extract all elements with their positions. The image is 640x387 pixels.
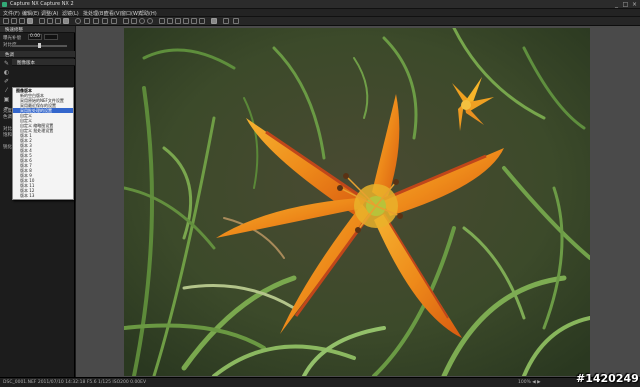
app-logo-icon [2,2,7,7]
side-label: 色调 [3,115,12,120]
status-bar: DSC_0001.NEF 2011/07/10 14:32:18 F5.6 1/… [0,377,640,387]
white-point-icon[interactable] [139,18,145,24]
red-eye-icon[interactable] [111,18,117,24]
menu-file[interactable]: 文件(F) [3,10,20,17]
color-picker-icon[interactable] [211,18,217,24]
menu-view[interactable]: 查看(V) [104,10,121,17]
side-label: 锐化 [3,145,12,150]
color-point-icon[interactable] [131,18,137,24]
straighten-icon[interactable] [102,18,108,24]
window-title: Capture NX Capture NX 2 [10,1,74,7]
chevron-down-icon: ▾ [5,52,8,57]
watermark: #1420249 [576,372,639,385]
zoom-readout: 100% ◀ ▶ [518,380,541,385]
maximize-button[interactable]: □ [621,1,630,8]
menu-window[interactable]: 窗口(W) [121,10,140,17]
side-label: 饱和 [3,133,12,138]
menu-batch[interactable]: 批处理(B) [83,10,105,17]
exposure-field[interactable]: 0.00 [28,34,42,40]
crop-icon[interactable] [93,18,99,24]
zoom-icon[interactable] [75,18,81,24]
fill-icon[interactable]: ▣ [3,96,10,103]
lasso-icon[interactable] [159,18,165,24]
compare-view-icon[interactable] [47,18,53,24]
tone-header[interactable]: 色调 ▾ [0,51,75,58]
circle-icon[interactable]: ◐ [3,69,10,76]
text-icon[interactable] [223,18,229,24]
toolbar [0,17,640,26]
dropdown-item[interactable]: 版本 13 [13,193,73,198]
filmstrip-icon[interactable] [63,18,69,24]
version-header[interactable]: 图像版本 ▾ [12,59,75,66]
save-icon[interactable] [19,18,25,24]
gradient-icon[interactable] [191,18,197,24]
marquee-icon[interactable] [167,18,173,24]
menu-adjust[interactable]: 调整(A) [41,10,58,17]
grid-view-icon[interactable] [55,18,61,24]
contrast-slider-knob[interactable] [38,43,41,48]
title-bar: Capture NX Capture NX 2 _ □ × [0,0,640,9]
menu-help[interactable]: 帮助(H) [139,10,157,17]
exposure-field-b[interactable] [44,34,58,40]
image-viewer[interactable] [76,26,640,377]
pencil-icon[interactable]: ✎ [3,60,10,67]
control-point-icon[interactable] [123,18,129,24]
open-icon[interactable] [11,18,17,24]
pen-icon[interactable]: ⁄ [3,87,10,94]
brush-icon[interactable] [175,18,181,24]
rotate-icon[interactable] [199,18,205,24]
browser-icon[interactable] [3,18,9,24]
minimize-button[interactable]: _ [612,1,621,8]
black-point-icon[interactable] [147,18,153,24]
quick-fix-header[interactable]: 快速修整 ▾ [0,26,75,33]
version-dropdown-menu: 图像版本 新的空白版本 采用原始的NEF文件设置 采用最近保存的设置 采用批处理的设置自… [12,87,74,200]
print-icon[interactable] [27,18,33,24]
lily-photo [124,28,590,376]
brush-icon[interactable]: ✐ [3,78,10,85]
hand-icon[interactable] [84,18,90,24]
edit-list-panel: 快速修整 ▾ 曝光补偿 0.00 对比度 色调 ▾ ✎ ◐ ✐ ⁄ ▣ ✒ 图像… [0,26,75,377]
single-view-icon[interactable] [39,18,45,24]
menu-filter[interactable]: 滤镜(L) [62,10,79,17]
menu-edit[interactable]: 编辑(E) [22,10,39,17]
chevron-down-icon: ▾ [5,27,8,32]
exposure-label: 曝光补偿 [3,36,21,41]
fill-icon[interactable] [183,18,189,24]
photo-canvas[interactable] [124,28,590,376]
grid-icon[interactable] [233,18,239,24]
chevron-down-icon: ▾ [17,60,20,65]
menu-bar: 文件(F) 编辑(E) 调整(A) 滤镜(L) 批处理(B) 查看(V) 窗口(… [0,9,640,17]
image-info: DSC_0001.NEF 2011/07/10 14:32:18 F5.6 1/… [3,380,147,385]
close-button[interactable]: × [630,1,639,8]
